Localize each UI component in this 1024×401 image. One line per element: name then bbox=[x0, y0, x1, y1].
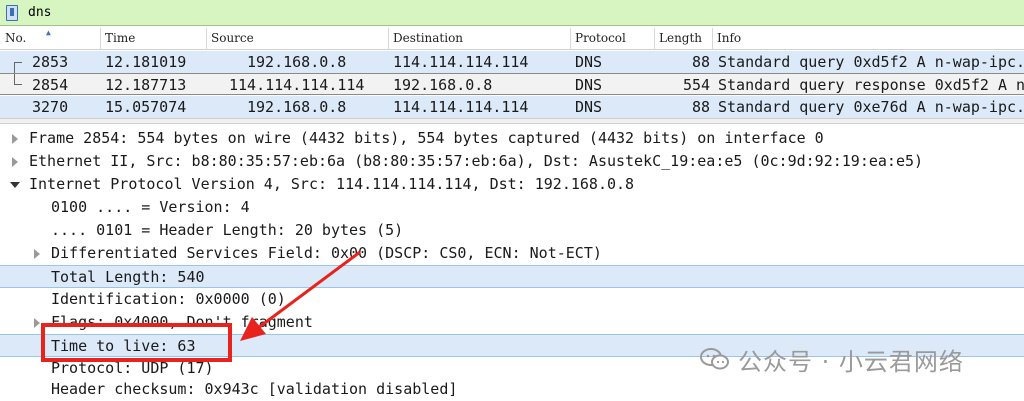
watermark: 公众号 · 小云君网络 bbox=[700, 343, 964, 376]
watermark-text: 公众号 · 小云君网络 bbox=[738, 347, 964, 376]
wechat-icon bbox=[700, 348, 729, 370]
